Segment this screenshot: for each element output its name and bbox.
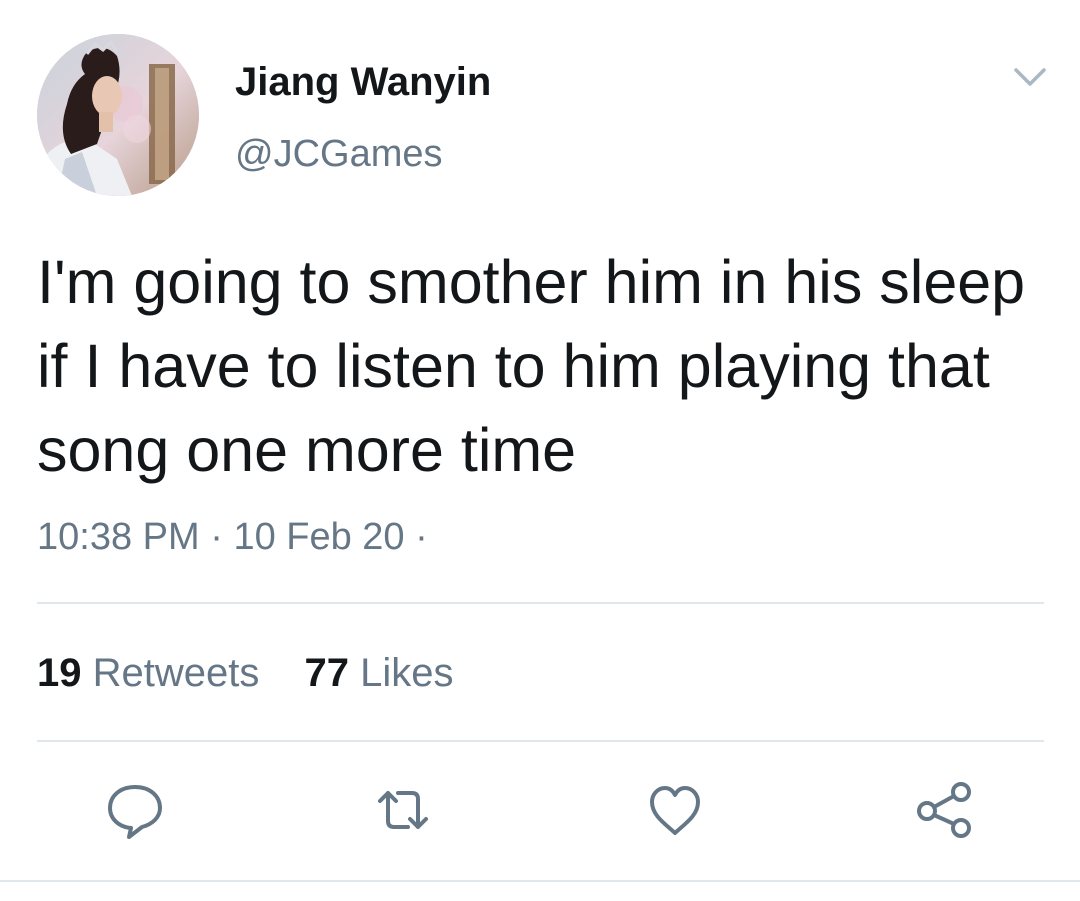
divider (37, 740, 1044, 742)
tweet-timestamp: 10:38 PM · 10 Feb 20 · (37, 513, 428, 561)
retweet-icon[interactable] (368, 775, 438, 845)
meta-trailing-separator: · (415, 516, 428, 558)
likes-count: 77 (304, 651, 350, 695)
author-name[interactable]: Jiang Wanyin (235, 58, 491, 106)
tweet: Jiang Wanyin @JCGames I'm going to smoth… (0, 0, 1080, 901)
reply-icon[interactable] (100, 775, 170, 845)
tweet-time: 10:38 PM (37, 516, 200, 558)
retweets-label: Retweets (92, 651, 260, 695)
chevron-down-icon[interactable] (1008, 58, 1052, 98)
action-bar (0, 775, 1080, 845)
divider (0, 880, 1080, 882)
likes-label: Likes (360, 651, 454, 695)
divider (37, 602, 1044, 604)
avatar[interactable] (37, 34, 199, 196)
tweet-stats: 19 Retweets 77 Likes (37, 648, 488, 698)
heart-icon[interactable] (640, 775, 710, 845)
tweet-date: 10 Feb 20 (233, 516, 405, 558)
retweets-count: 19 (37, 651, 82, 695)
tweet-text: I'm going to smother him in his sleep if… (37, 248, 1026, 484)
retweets-stat[interactable]: 19 Retweets (37, 648, 259, 698)
author-handle[interactable]: @JCGames (235, 131, 443, 177)
likes-stat[interactable]: 77 Likes (305, 648, 454, 698)
share-icon[interactable] (910, 775, 980, 845)
meta-separator: · (210, 516, 223, 558)
